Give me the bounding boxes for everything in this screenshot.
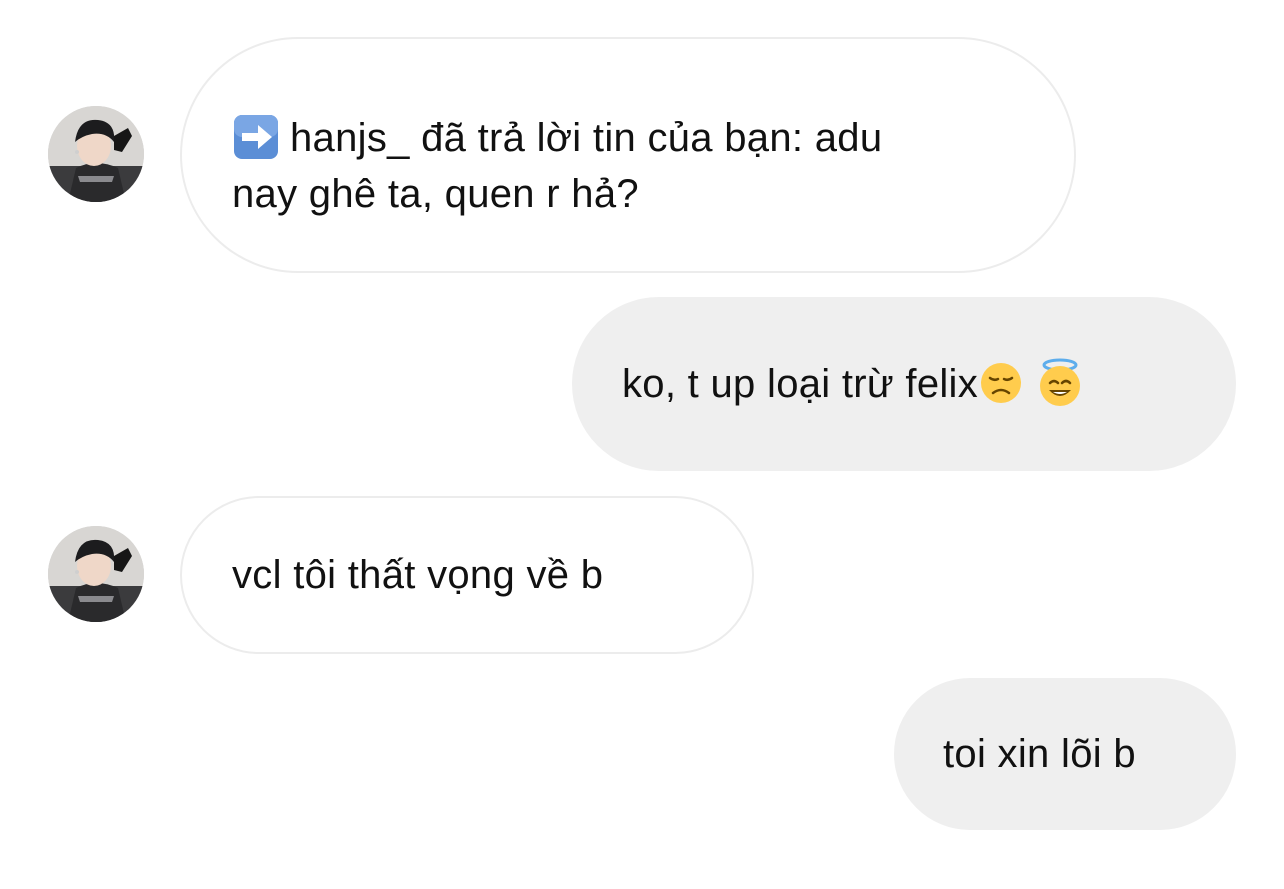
smiling-face-with-halo-icon — [1036, 358, 1084, 408]
message-bubble-incoming[interactable]: vcl tôi thất vọng về b — [180, 496, 754, 654]
sender-avatar[interactable] — [48, 526, 144, 622]
message-text: vcl tôi thất vọng về b — [232, 553, 604, 597]
disappointed-face-icon — [978, 360, 1024, 406]
message-text-line-2: nay ghê ta, quen r hả? — [232, 172, 639, 216]
arrow-right-icon — [232, 113, 280, 161]
avatar-photo — [48, 106, 144, 202]
message-bubble-outgoing[interactable]: ko, t up loại trừ felix — [572, 297, 1236, 471]
message-text: ko, t up loại trừ felix — [622, 362, 979, 406]
message-bubble-outgoing[interactable]: toi xin lõi b — [894, 678, 1236, 830]
message-bubble-incoming[interactable]: hanjs_ đã trả lời tin của bạn: adu nay g… — [180, 37, 1076, 273]
sender-avatar[interactable] — [48, 106, 144, 202]
message-text: toi xin lõi b — [943, 732, 1136, 776]
avatar-photo — [48, 526, 144, 622]
message-text-line-1: hanjs_ đã trả lời tin của bạn: adu — [232, 110, 1034, 166]
